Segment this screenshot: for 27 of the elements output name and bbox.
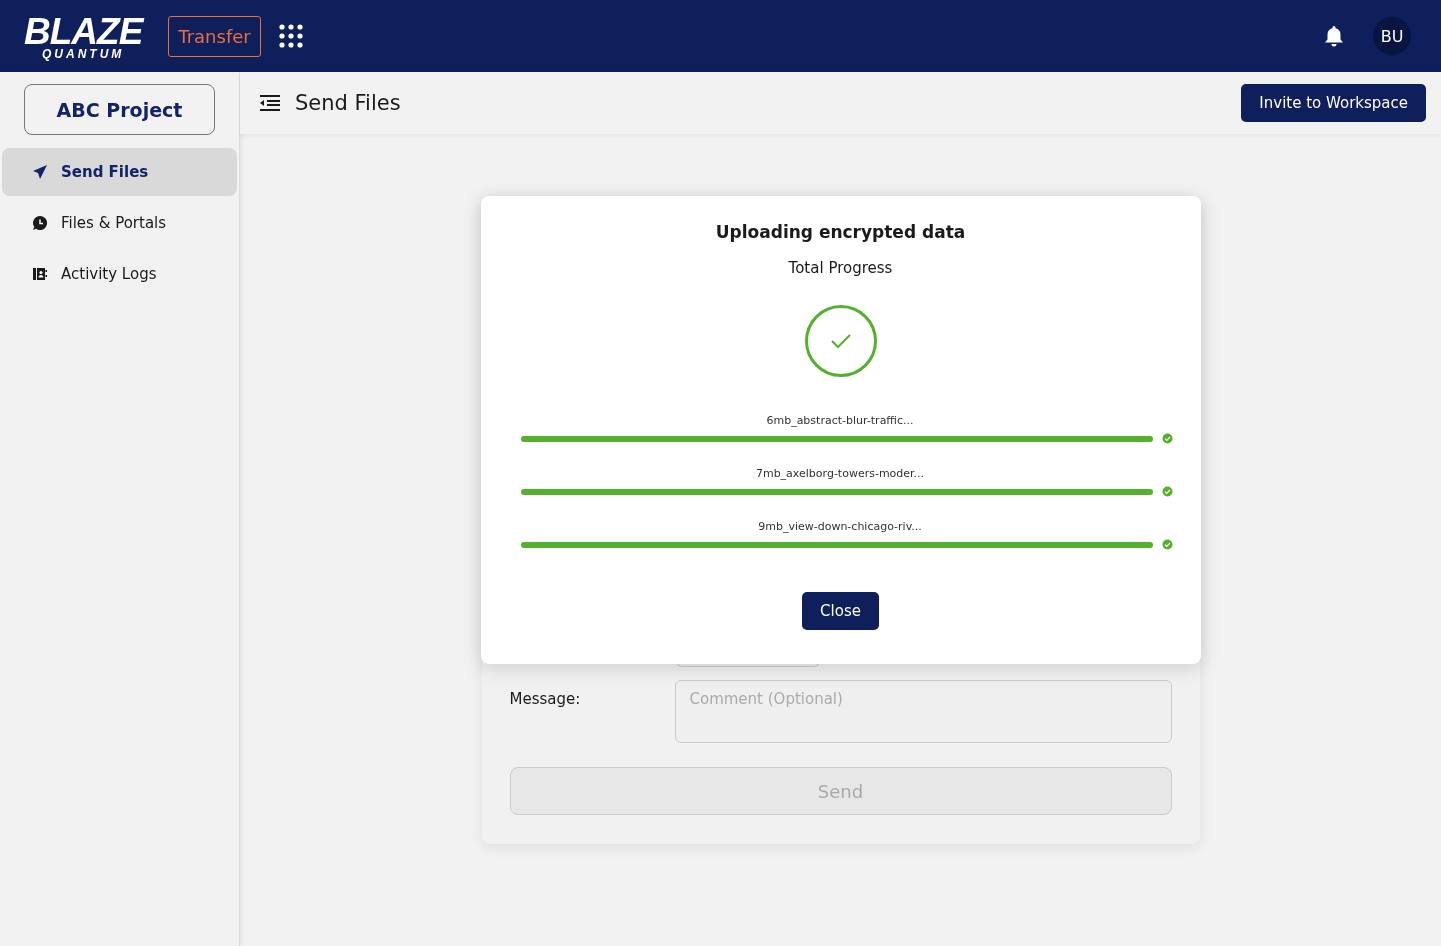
sidebar-item[interactable]: Send Files — [2, 148, 237, 196]
invite-button[interactable]: Invite to Workspace — [1241, 84, 1426, 122]
paper-plane-icon — [32, 164, 48, 180]
sidebar-item-label: Activity Logs — [61, 265, 157, 283]
logo-tagline: QUANTUM — [42, 47, 125, 60]
message-field[interactable]: Comment (Optional) — [674, 680, 1172, 743]
file-name: 6mb_abstract-blur-traffic... — [765, 414, 915, 427]
apps-grid-icon[interactable] — [278, 24, 303, 48]
sidebar-item-label: Files & Portals — [61, 214, 167, 232]
app-switch-button[interactable]: Transfer — [168, 15, 261, 57]
dialog-subtitle: Total Progress — [788, 259, 893, 277]
file-name: 7mb_axelborg-towers-moder... — [754, 467, 926, 480]
logo-wordmark: BLAZE — [24, 12, 143, 50]
sidebar-item[interactable]: Activity Logs — [2, 250, 237, 298]
user-avatar[interactable]: BU — [1373, 17, 1411, 55]
clock-bubble-icon — [32, 215, 48, 231]
file-name: 9mb_view-down-chicago-riv... — [757, 520, 923, 533]
menu-collapse-icon[interactable] — [259, 94, 281, 112]
contact-book-icon — [32, 266, 48, 282]
page-title: Send Files — [295, 91, 402, 115]
project-button[interactable]: ABC Project — [24, 84, 215, 135]
dialog-title: Uploading encrypted data — [715, 222, 966, 242]
sidebar-item[interactable]: Files & Portals — [2, 199, 237, 247]
message-label: Message: — [509, 689, 582, 708]
sidebar-item-label: Send Files — [61, 163, 149, 181]
close-button[interactable]: Close — [802, 592, 879, 630]
notification-bell-icon[interactable] — [1323, 24, 1345, 48]
